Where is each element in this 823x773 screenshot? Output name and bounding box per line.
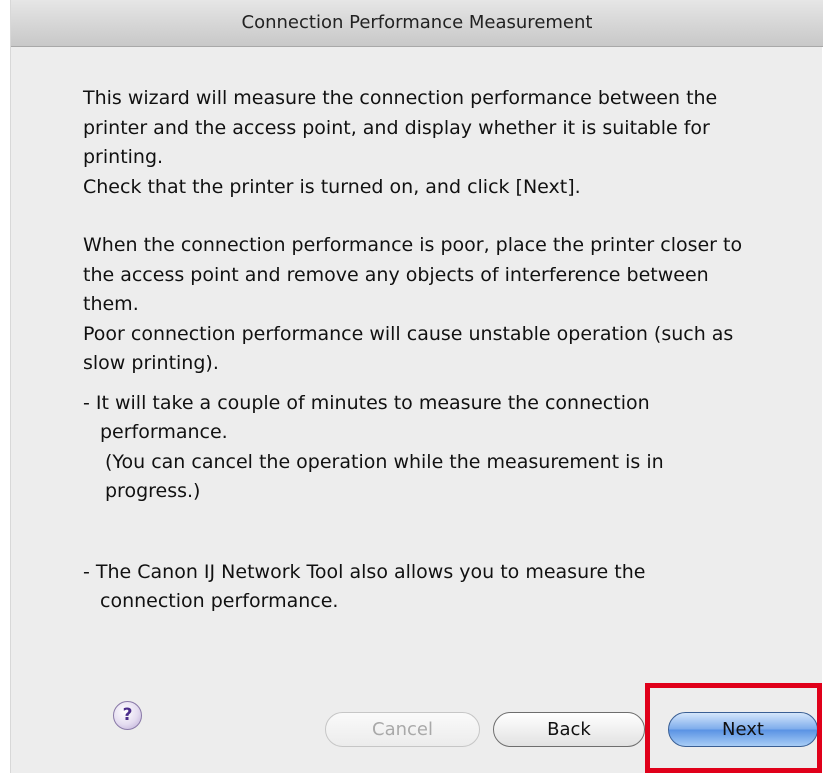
text-line: slow printing). (83, 352, 219, 374)
text-line: the access point and remove any objects … (83, 263, 709, 286)
text-line: This wizard will measure the connection … (83, 87, 718, 109)
text-line: Check that the printer is turned on, and… (83, 175, 581, 198)
help-question-icon[interactable]: ? (113, 701, 142, 730)
note-line: (You can cancel the operation while the … (105, 450, 664, 473)
back-button[interactable]: Back (493, 712, 645, 747)
note-line: - It will take a couple of minutes to me… (83, 391, 650, 414)
window-title: Connection Performance Measurement (11, 0, 823, 47)
dialog-window: Connection Performance Measurement This … (10, 0, 823, 773)
instructions-text: This wizard will measure the connection … (83, 84, 823, 617)
note-line: performance. (100, 421, 228, 443)
note-line: connection performance. (100, 590, 339, 612)
note-line: progress.) (105, 480, 201, 502)
text-line: printing. (83, 146, 164, 168)
text-line: printer and the access point, and displa… (83, 116, 710, 139)
note-line: - The Canon IJ Network Tool also allows … (83, 560, 646, 583)
next-button-highlight-box (645, 683, 822, 773)
text-line: When the connection performance is poor,… (83, 234, 743, 256)
cancel-button[interactable]: Cancel (325, 712, 480, 747)
text-line: them. (83, 293, 139, 315)
text-line: Poor connection performance will cause u… (83, 322, 734, 345)
